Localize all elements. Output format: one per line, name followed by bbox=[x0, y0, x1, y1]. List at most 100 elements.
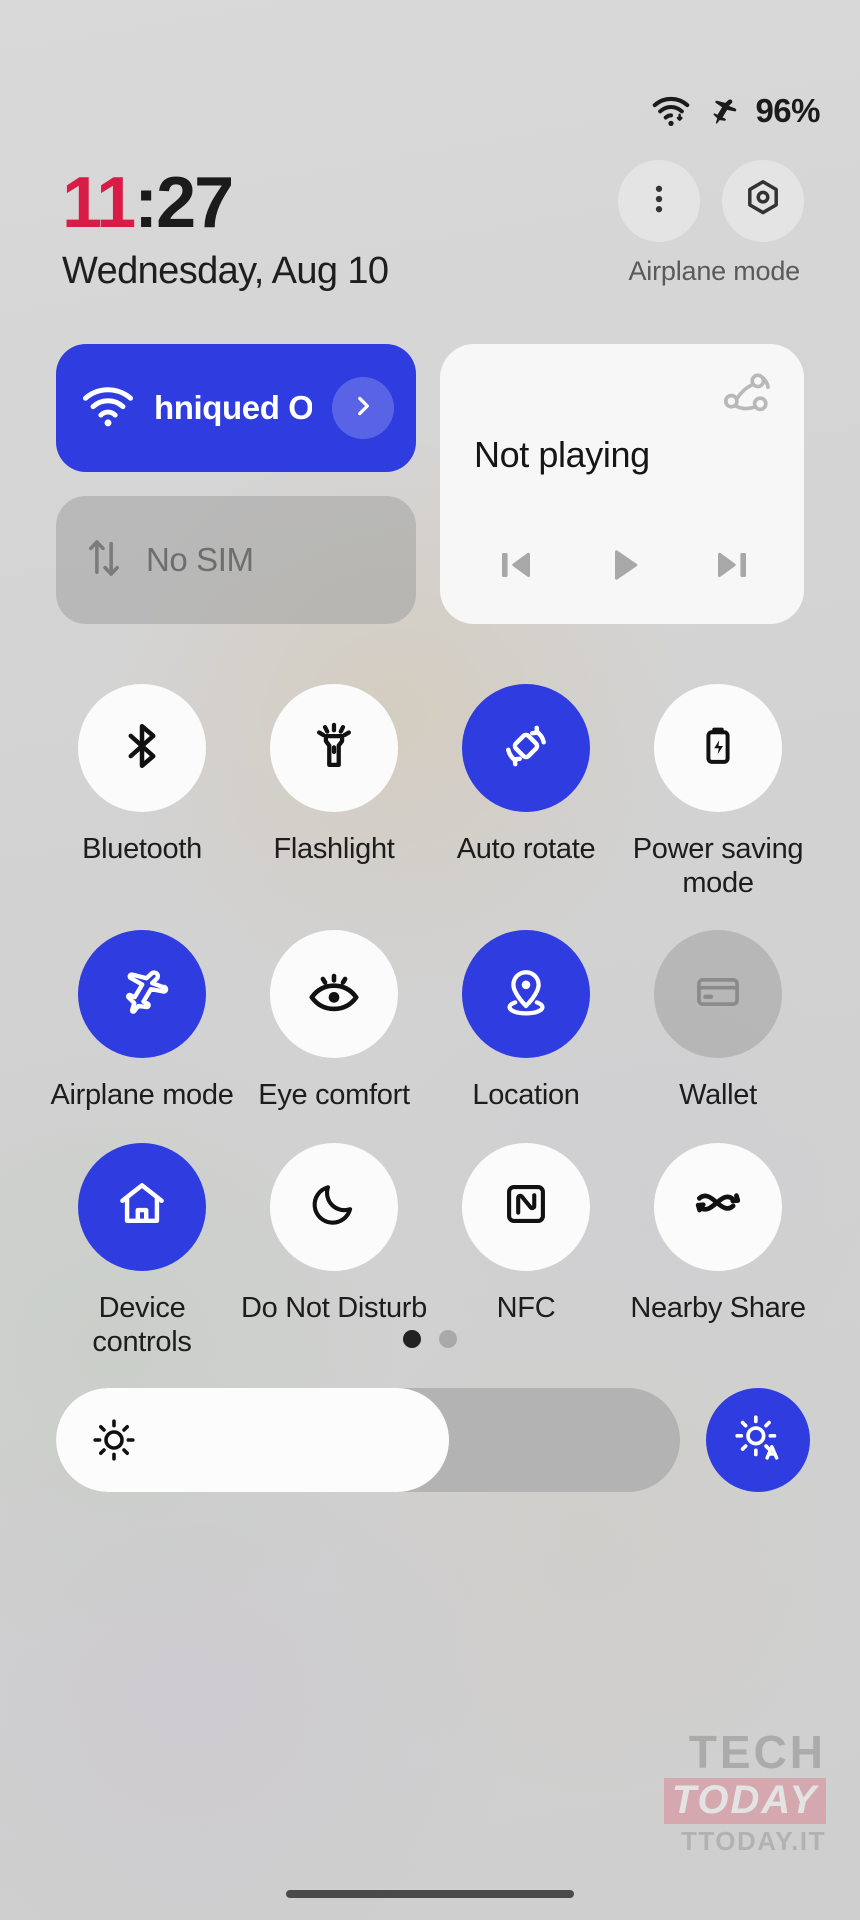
tile-wallet[interactable]: Wallet bbox=[622, 906, 814, 1112]
tile-wallet-label: Wallet bbox=[679, 1079, 757, 1112]
tile-power-saving-mode-label: Power saving mode bbox=[632, 833, 804, 900]
nfc-icon bbox=[500, 1178, 552, 1235]
header-actions: Airplane mode bbox=[618, 160, 804, 287]
battery-saver-icon bbox=[693, 721, 743, 776]
flashlight-icon bbox=[307, 719, 361, 778]
tile-device-controls-label: Device controls bbox=[92, 1291, 192, 1358]
tile-bluetooth[interactable]: Bluetooth bbox=[46, 660, 238, 900]
tile-bluetooth-circle bbox=[78, 684, 206, 812]
clock-header-row: 11:27 Wednesday, Aug 10 Airplane mode bbox=[0, 160, 860, 293]
watermark-tech: TECH bbox=[688, 1726, 826, 1778]
brightness-auto-icon bbox=[732, 1412, 784, 1469]
connectivity-column: hniqued O No SIM bbox=[56, 344, 416, 624]
location-pin-icon bbox=[499, 965, 553, 1024]
wifi-expand-button[interactable] bbox=[332, 377, 394, 439]
tile-device-controls-circle bbox=[78, 1142, 206, 1271]
play-icon bbox=[600, 541, 648, 594]
battery-percentage: 96% bbox=[755, 92, 820, 129]
airplane-icon bbox=[705, 95, 741, 127]
clock-separator: : bbox=[134, 163, 158, 243]
mode-status-label: Airplane mode bbox=[628, 256, 800, 286]
tile-auto-rotate[interactable]: Auto rotate bbox=[430, 660, 622, 900]
tile-bluetooth-label: Bluetooth bbox=[82, 833, 202, 865]
watermark-url: TTODAY.IT bbox=[681, 1826, 826, 1856]
wifi-icon bbox=[651, 94, 691, 128]
brightness-slider[interactable] bbox=[56, 1388, 680, 1492]
airplane-icon bbox=[113, 963, 171, 1026]
tile-eye-comfort-circle bbox=[270, 930, 398, 1059]
tile-power-saving-mode[interactable]: Power saving mode bbox=[622, 660, 814, 900]
wifi-icon bbox=[82, 384, 134, 433]
page-indicator bbox=[0, 1330, 860, 1348]
clock-block: 11:27 Wednesday, Aug 10 bbox=[62, 160, 389, 293]
tile-auto-rotate-label: Auto rotate bbox=[456, 833, 596, 865]
watermark: TECH TODAY TTODAY.IT bbox=[663, 1726, 826, 1856]
moon-icon bbox=[308, 1178, 360, 1235]
tile-location[interactable]: Location bbox=[430, 906, 622, 1112]
tile-flashlight-label: Flashlight bbox=[273, 833, 395, 865]
wifi-tile[interactable]: hniqued O bbox=[56, 344, 416, 472]
tile-wallet-circle bbox=[654, 930, 782, 1059]
tile-nfc-label: NFC bbox=[496, 1291, 556, 1324]
tile-do-not-disturb-circle bbox=[270, 1142, 398, 1271]
media-next-button[interactable] bbox=[708, 541, 756, 594]
auto-rotate-icon bbox=[498, 718, 554, 779]
tile-nfc-circle bbox=[462, 1142, 590, 1271]
media-previous-button[interactable] bbox=[492, 541, 540, 594]
tile-do-not-disturb-label: Do Not Disturb bbox=[241, 1291, 427, 1324]
wifi-network-name: hniqued O bbox=[154, 389, 312, 426]
sim-status-label: No SIM bbox=[146, 541, 254, 578]
brightness-row bbox=[56, 1388, 810, 1492]
tile-airplane-mode[interactable]: Airplane mode bbox=[46, 906, 238, 1112]
tile-nfc[interactable]: NFC bbox=[430, 1119, 622, 1359]
tile-nearby-share[interactable]: Nearby Share bbox=[622, 1119, 814, 1359]
media-controls bbox=[474, 541, 774, 598]
clock-date: Wednesday, Aug 10 bbox=[62, 250, 389, 293]
mobile-data-icon bbox=[82, 533, 126, 588]
home-indicator[interactable] bbox=[286, 1890, 574, 1898]
settings-button[interactable] bbox=[722, 160, 804, 242]
skip-previous-icon bbox=[492, 541, 540, 594]
auto-brightness-button[interactable] bbox=[706, 1388, 810, 1492]
chevron-right-icon bbox=[350, 393, 376, 424]
top-cards-area: hniqued O No SIM Not playing bbox=[56, 344, 804, 624]
eye-comfort-icon bbox=[305, 963, 363, 1026]
clock-hours: 11 bbox=[62, 163, 136, 243]
brightness-sun-icon bbox=[90, 1416, 138, 1464]
tile-flashlight[interactable]: Flashlight bbox=[238, 660, 430, 900]
quick-settings-panel: 96% 11:27 Wednesday, Aug 10 Airplane mod… bbox=[0, 0, 860, 1920]
media-title: Not playing bbox=[474, 434, 650, 475]
tile-location-label: Location bbox=[472, 1079, 580, 1112]
quick-settings-tiles: Bluetooth Flashlight Auto rotate Power s… bbox=[46, 660, 814, 1359]
media-player-card[interactable]: Not playing bbox=[440, 344, 804, 624]
skip-next-icon bbox=[708, 541, 756, 594]
media-play-button[interactable] bbox=[600, 541, 648, 594]
tile-power-saving-mode-circle bbox=[654, 684, 782, 812]
home-icon bbox=[114, 1176, 170, 1237]
page-dot-2[interactable] bbox=[439, 1330, 457, 1348]
clock-time: 11:27 bbox=[62, 167, 388, 239]
tile-nearby-share-circle bbox=[654, 1142, 782, 1271]
tile-nearby-share-label: Nearby Share bbox=[630, 1291, 806, 1324]
status-bar: 96% bbox=[651, 92, 820, 130]
tile-airplane-mode-label: Airplane mode bbox=[50, 1079, 234, 1112]
tile-device-controls[interactable]: Device controls bbox=[46, 1119, 238, 1359]
media-output-switcher-icon[interactable] bbox=[718, 370, 774, 427]
mobile-data-tile[interactable]: No SIM bbox=[56, 496, 416, 624]
tile-do-not-disturb[interactable]: Do Not Disturb bbox=[238, 1119, 430, 1359]
overflow-menu-button[interactable] bbox=[618, 160, 700, 242]
settings-hex-icon bbox=[741, 177, 785, 226]
tile-location-circle bbox=[462, 930, 590, 1059]
tile-eye-comfort-label: Eye comfort bbox=[258, 1079, 410, 1112]
tile-airplane-mode-circle bbox=[78, 930, 206, 1059]
bluetooth-icon bbox=[115, 719, 169, 778]
header-buttons bbox=[618, 160, 804, 242]
wallet-card-icon bbox=[692, 966, 744, 1023]
brightness-slider-fill bbox=[56, 1388, 450, 1492]
tile-flashlight-circle bbox=[270, 684, 398, 812]
page-dot-1[interactable] bbox=[403, 1330, 421, 1348]
clock-minutes: 27 bbox=[156, 163, 234, 243]
more-vert-icon bbox=[641, 181, 677, 222]
tile-eye-comfort[interactable]: Eye comfort bbox=[238, 906, 430, 1112]
nearby-share-icon bbox=[690, 1176, 746, 1237]
